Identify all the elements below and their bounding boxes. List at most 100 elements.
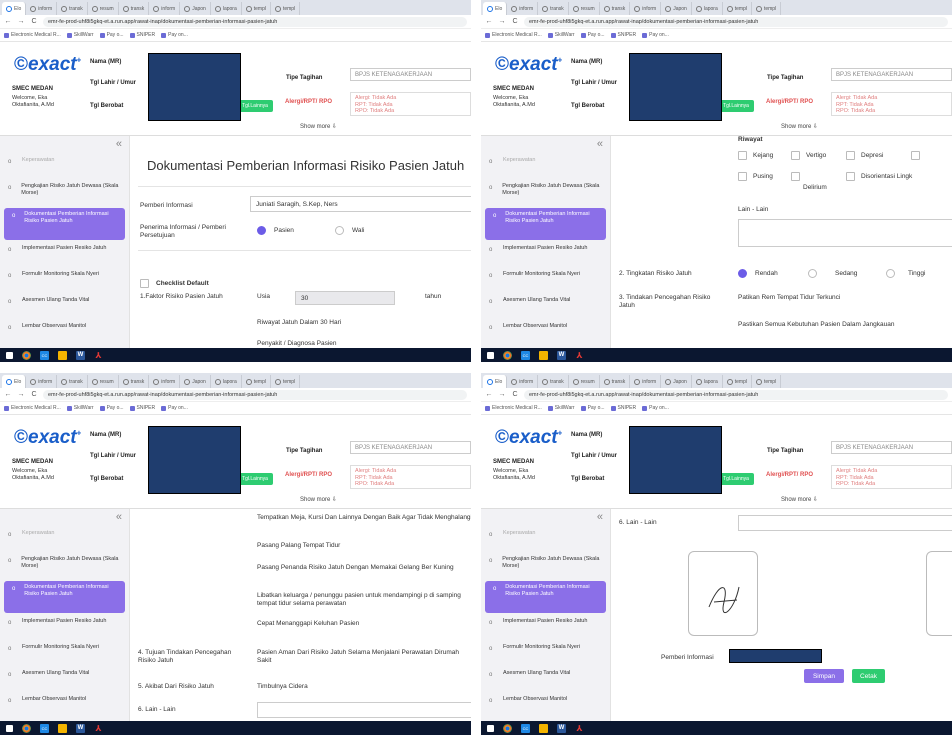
pemberi-input[interactable]: Juniati Saragih, S.Kep, Ners bbox=[250, 196, 471, 212]
browser-tab[interactable]: templ bbox=[242, 375, 271, 388]
sidebar-item[interactable]: o Dokumentasi Pemberian Informasi Risiko … bbox=[4, 208, 125, 240]
bookmark-item[interactable]: SNIPER bbox=[610, 405, 636, 411]
bookmark-item[interactable]: Pay o... bbox=[580, 405, 605, 411]
bookmark-item[interactable]: SkillWarr bbox=[547, 32, 575, 38]
browser-tab[interactable]: resum bbox=[88, 2, 119, 15]
sidebar-item[interactable]: o Implementasi Pasien Resiko Jatuh bbox=[0, 242, 129, 268]
bookmark-item[interactable]: SNIPER bbox=[610, 32, 636, 38]
browser-tab[interactable]: transk bbox=[57, 375, 88, 388]
browser-tab[interactable]: templ bbox=[723, 375, 752, 388]
app-cc-icon[interactable]: CC bbox=[521, 723, 530, 733]
bookmark-item[interactable]: Electronic Medical R... bbox=[485, 405, 542, 411]
folder-icon[interactable] bbox=[58, 723, 67, 733]
sidebar-item[interactable]: o Asesmen Ulang Tanda Vital bbox=[0, 667, 129, 693]
reload-icon[interactable]: C bbox=[30, 391, 38, 398]
bookmark-item[interactable]: SkillWarr bbox=[547, 405, 575, 411]
browser-tab[interactable]: transk bbox=[57, 2, 88, 15]
kejang-checkbox[interactable] bbox=[738, 151, 747, 160]
url-input[interactable]: emr-fe-prod-uhf8i5gkq-et.a.run.app/rawat… bbox=[524, 16, 948, 27]
windows-start-icon[interactable] bbox=[487, 724, 494, 732]
tgl-lainnya-button[interactable]: Tgl.Lainnya bbox=[237, 100, 273, 112]
bookmark-item[interactable]: Electronic Medical R... bbox=[4, 32, 61, 38]
bookmark-item[interactable]: Pay on... bbox=[642, 405, 669, 411]
browser-tab[interactable]: lapora bbox=[692, 2, 723, 15]
back-icon[interactable]: ← bbox=[4, 391, 12, 398]
browser-tab[interactable]: templ bbox=[752, 375, 782, 388]
browser-tab[interactable]: resum bbox=[569, 2, 600, 15]
sidebar-item[interactable]: o Keperawatan bbox=[481, 527, 610, 553]
bookmark-item[interactable]: SNIPER bbox=[129, 405, 155, 411]
windows-start-icon[interactable] bbox=[6, 724, 13, 732]
browser-tab[interactable]: resum bbox=[569, 375, 600, 388]
forward-icon[interactable]: → bbox=[498, 18, 506, 25]
sidebar-item[interactable]: o Implementasi Pasien Resiko Jatuh bbox=[481, 242, 610, 268]
bookmark-item[interactable]: SkillWarr bbox=[66, 405, 94, 411]
checklist-checkbox[interactable] bbox=[140, 279, 149, 288]
bookmark-item[interactable]: Pay on... bbox=[161, 405, 188, 411]
tgl-lainnya-button[interactable]: Tgl.Lainnya bbox=[718, 100, 754, 112]
tgl-lainnya-button[interactable]: Tgl.Lainnya bbox=[237, 473, 273, 485]
sidebar-item[interactable]: o Formulir Monitoring Skala Nyeri bbox=[481, 641, 610, 667]
signature-pad-2[interactable] bbox=[926, 551, 952, 636]
cetak-button[interactable]: Cetak bbox=[852, 669, 885, 683]
browser-tab[interactable]: templ bbox=[752, 2, 782, 15]
browser-tab[interactable]: templ bbox=[242, 2, 271, 15]
collapse-sidebar-icon[interactable]: « bbox=[116, 511, 122, 523]
browser-tab[interactable]: Elo bbox=[2, 2, 27, 15]
sidebar-item[interactable]: o Formulir Monitoring Skala Nyeri bbox=[481, 268, 610, 294]
reload-icon[interactable]: C bbox=[30, 18, 38, 25]
forward-icon[interactable]: → bbox=[17, 391, 25, 398]
browser-tab[interactable]: resum bbox=[88, 375, 119, 388]
wali-radio[interactable] bbox=[335, 226, 344, 235]
sidebar-item[interactable]: o Formulir Monitoring Skala Nyeri bbox=[0, 268, 129, 294]
reload-icon[interactable]: C bbox=[511, 18, 519, 25]
browser-tab[interactable]: inform bbox=[149, 2, 181, 15]
browser-tab[interactable]: Japon bbox=[661, 2, 692, 15]
disorientasi-checkbox[interactable] bbox=[846, 172, 855, 181]
browser-tab[interactable]: inform bbox=[26, 375, 58, 388]
folder-icon[interactable] bbox=[58, 350, 67, 360]
chrome-icon[interactable] bbox=[22, 723, 31, 733]
browser-tab[interactable]: inform bbox=[630, 2, 662, 15]
browser-tab[interactable]: transk bbox=[600, 375, 631, 388]
sedang-radio[interactable] bbox=[808, 269, 817, 278]
app-cc-icon[interactable]: CC bbox=[521, 350, 530, 360]
sidebar-item[interactable]: o Dokumentasi Pemberian Informasi Risiko … bbox=[485, 581, 606, 613]
word-icon[interactable]: W bbox=[76, 350, 85, 360]
sidebar-item[interactable]: o Asesmen Ulang Tanda Vital bbox=[481, 294, 610, 320]
browser-tab[interactable]: templ bbox=[271, 375, 301, 388]
depresi-checkbox[interactable] bbox=[846, 151, 855, 160]
url-input[interactable]: emr-fe-prod-uhf8i5gkq-et.a.run.app/rawat… bbox=[43, 16, 467, 27]
sidebar-item[interactable]: o Keperawatan bbox=[0, 154, 129, 180]
bookmark-item[interactable]: Pay o... bbox=[580, 32, 605, 38]
back-icon[interactable]: ← bbox=[4, 18, 12, 25]
browser-tab[interactable]: Elo bbox=[2, 375, 27, 388]
browser-tab[interactable]: transk bbox=[600, 2, 631, 15]
reload-icon[interactable]: C bbox=[511, 391, 519, 398]
word-icon[interactable]: W bbox=[76, 723, 85, 733]
browser-tab[interactable]: inform bbox=[26, 2, 58, 15]
browser-tab[interactable]: lapora bbox=[211, 375, 242, 388]
bookmark-item[interactable]: SkillWarr bbox=[66, 32, 94, 38]
collapse-sidebar-icon[interactable]: « bbox=[597, 511, 603, 523]
browser-tab[interactable]: Japon bbox=[180, 375, 211, 388]
sidebar-item[interactable]: o Pengkajian Risiko Jatuh Dewasa (Skala M… bbox=[0, 553, 129, 579]
sidebar-item[interactable]: o Keperawatan bbox=[481, 154, 610, 180]
app-cc-icon[interactable]: CC bbox=[40, 723, 49, 733]
chrome-icon[interactable] bbox=[503, 723, 512, 733]
browser-tab[interactable]: inform bbox=[630, 375, 662, 388]
browser-tab[interactable]: Japon bbox=[180, 2, 211, 15]
bookmark-item[interactable]: SNIPER bbox=[129, 32, 155, 38]
lain-textarea[interactable] bbox=[738, 219, 952, 247]
sidebar-item[interactable]: o Lembar Observasi Manitol bbox=[481, 320, 610, 346]
collapse-sidebar-icon[interactable]: « bbox=[116, 138, 122, 150]
sidebar-item[interactable]: o Asesmen Ulang Tanda Vital bbox=[481, 667, 610, 693]
sidebar-item[interactable]: o Keperawatan bbox=[0, 527, 129, 553]
pasien-radio[interactable] bbox=[257, 226, 266, 235]
bookmark-item[interactable]: Pay o... bbox=[99, 32, 124, 38]
browser-tab[interactable]: inform bbox=[507, 2, 539, 15]
pdf-icon[interactable]: ⅄ bbox=[575, 351, 584, 360]
forward-icon[interactable]: → bbox=[498, 391, 506, 398]
app-cc-icon[interactable]: CC bbox=[40, 350, 49, 360]
url-input[interactable]: emr-fe-prod-uhf8i5gkq-et.a.run.app/rawat… bbox=[43, 389, 467, 400]
